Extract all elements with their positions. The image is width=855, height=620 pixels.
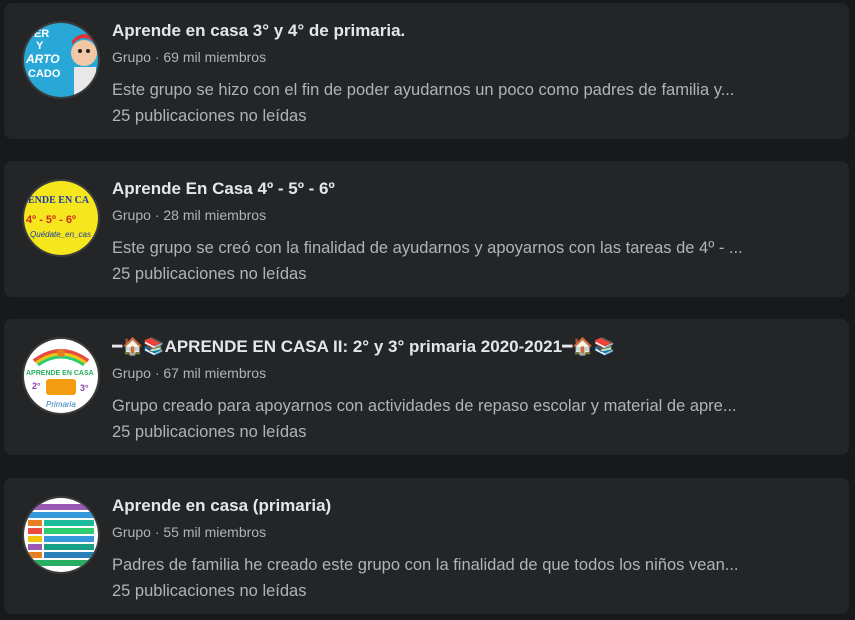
- group-avatar[interactable]: CER Y ARTO CADO: [24, 23, 98, 97]
- avatar-text: ARTO: [25, 52, 60, 66]
- avatar-text: ENDE EN CA: [28, 195, 90, 206]
- group-card[interactable]: Aprende en casa (primaria) Grupo · 55 mi…: [4, 478, 849, 614]
- group-type: Grupo: [112, 365, 151, 381]
- avatar-text: Quédate_en_cas: [30, 230, 91, 239]
- meta-separator: ·: [154, 365, 160, 381]
- meta-separator: ·: [154, 207, 160, 223]
- avatar-text: CER: [26, 28, 49, 40]
- avatar-text: Primaria: [46, 400, 76, 409]
- group-type: Grupo: [112, 207, 151, 223]
- group-description: Este grupo se creó con la finalidad de a…: [112, 239, 743, 257]
- group-meta: Grupo · 28 mil miembros: [112, 207, 266, 223]
- cartoon-avatar-icon: CER Y ARTO CADO: [24, 23, 98, 97]
- yellow-logo-avatar-icon: ENDE EN CA 4º - 5º - 6º Quédate_en_cas: [24, 181, 98, 255]
- group-title[interactable]: Aprende en casa (primaria): [112, 496, 331, 516]
- colorful-school-avatar-icon: APRENDE EN CASA 2° 3° Primaria: [24, 339, 98, 413]
- group-avatar[interactable]: APRENDE EN CASA 2° 3° Primaria: [24, 339, 98, 413]
- meta-separator: ·: [154, 524, 160, 540]
- avatar-text: 4º - 5º - 6º: [26, 214, 76, 226]
- unread-count: 25 publicaciones no leídas: [112, 582, 307, 600]
- group-card[interactable]: ENDE EN CA 4º - 5º - 6º Quédate_en_cas A…: [4, 161, 849, 297]
- group-members: 28 mil miembros: [163, 207, 267, 223]
- avatar-text: Y: [36, 40, 44, 52]
- group-members: 55 mil miembros: [163, 524, 267, 540]
- avatar-text: 3°: [80, 383, 89, 393]
- group-card[interactable]: CER Y ARTO CADO Aprende en casa 3° y 4° …: [4, 3, 849, 139]
- group-members: 67 mil miembros: [163, 365, 267, 381]
- group-card[interactable]: APRENDE EN CASA 2° 3° Primaria ━🏠📚APREND…: [4, 319, 849, 455]
- group-meta: Grupo · 67 mil miembros: [112, 365, 266, 381]
- schedule-table-avatar-icon: [24, 498, 98, 572]
- unread-count: 25 publicaciones no leídas: [112, 265, 307, 283]
- group-avatar[interactable]: [24, 498, 98, 572]
- group-description: Este grupo se hizo con el fin de poder a…: [112, 81, 735, 99]
- group-members: 69 mil miembros: [163, 49, 267, 65]
- avatar-text: CADO: [28, 68, 61, 80]
- group-list: CER Y ARTO CADO Aprende en casa 3° y 4° …: [0, 0, 855, 620]
- group-avatar[interactable]: ENDE EN CA 4º - 5º - 6º Quédate_en_cas: [24, 181, 98, 255]
- group-meta: Grupo · 55 mil miembros: [112, 524, 266, 540]
- group-description: Grupo creado para apoyarnos con activida…: [112, 397, 737, 415]
- group-title[interactable]: Aprende En Casa 4º - 5º - 6º: [112, 179, 335, 199]
- avatar-text: APRENDE EN CASA: [26, 370, 94, 377]
- group-type: Grupo: [112, 524, 151, 540]
- group-type: Grupo: [112, 49, 151, 65]
- group-meta: Grupo · 69 mil miembros: [112, 49, 266, 65]
- avatar-text: 2°: [32, 381, 41, 391]
- group-description: Padres de familia he creado este grupo c…: [112, 556, 739, 574]
- unread-count: 25 publicaciones no leídas: [112, 107, 307, 125]
- group-title[interactable]: ━🏠📚APRENDE EN CASA II: 2° y 3° primaria …: [112, 337, 615, 357]
- unread-count: 25 publicaciones no leídas: [112, 423, 307, 441]
- meta-separator: ·: [154, 49, 160, 65]
- group-title[interactable]: Aprende en casa 3° y 4° de primaria.: [112, 21, 405, 41]
